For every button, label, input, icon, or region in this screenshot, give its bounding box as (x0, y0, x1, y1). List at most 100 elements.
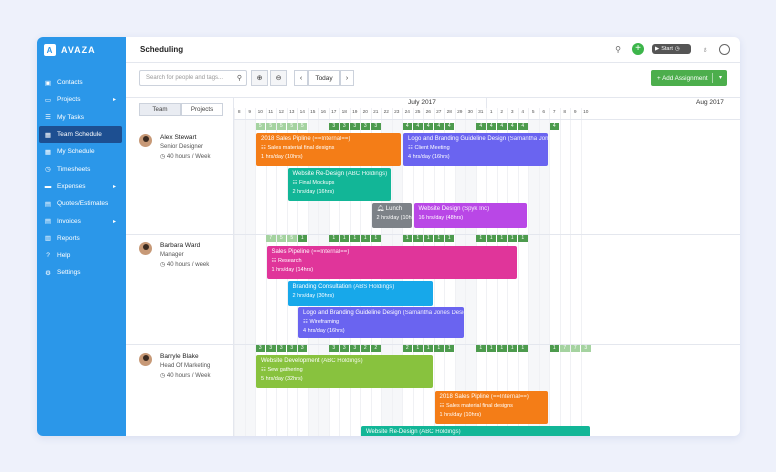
chevron-right-icon[interactable]: ▸ (113, 218, 116, 225)
capacity-cell: 2 (371, 345, 381, 352)
capacity-cell: 7 (570, 345, 580, 352)
assignment-title: Website Re-Design (ABC Holdings) (366, 428, 585, 436)
assignment-project: Logo and Branding Guideline Design (408, 136, 507, 142)
assignment-title: Logo and Branding Guideline Design (Sama… (303, 309, 464, 318)
assignment-task: ☷ Sales material final designs (440, 402, 544, 411)
sidebar-item-contacts[interactable]: ▣ Contacts (37, 74, 126, 91)
capacity-cell: 3 (297, 345, 307, 352)
contacts-icon: ▣ (44, 79, 52, 87)
capacity-cell: 3 (329, 123, 339, 130)
user-avatar-icon[interactable] (719, 43, 730, 55)
assignment-hours: 16 hrs/day (48hrs) (418, 215, 464, 221)
assignment-client: (Spyk Inc) (462, 206, 490, 212)
member-name[interactable]: Barryle Blake (160, 353, 199, 360)
member-name[interactable]: Barbara Ward (160, 242, 200, 249)
assignment-bar-2018-sales-pipline[interactable]: 2018 Sales Pipline (==Internal==) ☷ Sales… (434, 391, 548, 424)
member-name[interactable]: Alex Stewart (160, 134, 197, 141)
capacity-cell: 1 (476, 345, 486, 352)
assignment-task: ☷ Sew gathering (261, 366, 428, 375)
chevron-right-icon[interactable]: ▸ (113, 96, 116, 103)
day-header: 25 (415, 110, 421, 115)
assignment-hours: 5 hrs/day (32hrs) (261, 375, 303, 382)
sidebar: A AVAZA ▣ Contacts ▭ Projects ▸ ☰ My Tasks ▦ Tea… (37, 37, 126, 436)
clock-icon: ◷ (160, 262, 167, 268)
team-view-tab[interactable]: Team (139, 103, 181, 116)
day-header: 21 (373, 110, 379, 115)
sidebar-item-my-tasks[interactable]: ☰ My Tasks (37, 109, 126, 126)
day-gridline (549, 108, 550, 436)
add-assignment-button[interactable]: + Add Assignment ▾ (651, 70, 727, 86)
clock-icon: ◷ (160, 154, 167, 160)
assignment-client: (ABS Holdings) (353, 284, 395, 290)
capacity-cell: 1 (518, 235, 528, 242)
timer-start-label: Start (661, 46, 673, 52)
day-header: 9 (248, 110, 252, 115)
day-header: 8 (563, 110, 567, 115)
sidebar-item-timesheets[interactable]: ◷ Timesheets (37, 160, 126, 177)
member-hours-value: 40 hours / week (166, 262, 210, 268)
assignment-bar-lunch[interactable]: 🔔︎ Lunch2 hrs/day (10hrs) (371, 203, 412, 228)
help-icon: ? (46, 252, 50, 260)
assignment-bar-website-re-design[interactable]: Website Re-Design (ABC Holdings) ☷ Final … (287, 168, 391, 201)
day-header: 6 (542, 110, 546, 115)
chevron-right-icon: › (345, 74, 349, 82)
capacity-cell: 1 (434, 345, 444, 352)
row-divider (126, 344, 740, 345)
today-button[interactable]: Today (308, 70, 340, 86)
brand[interactable]: A AVAZA (37, 37, 126, 63)
clock-icon: ◷ (45, 166, 51, 174)
previous-period-button[interactable]: ‹ (294, 70, 308, 86)
app-name: AVAZA (61, 45, 96, 55)
projects-view-tab[interactable]: Projects (181, 103, 223, 116)
sidebar-item-invoices[interactable]: ▤ Invoices ▸ (37, 212, 126, 229)
team-column: Team Projects Alex Stewart Senior Designe… (126, 98, 234, 436)
sidebar-item-projects[interactable]: ▭ Projects ▸ (37, 91, 126, 108)
assignment-project: Lunch (385, 206, 403, 212)
assignment-bar-logo-and-branding-guideline-design[interactable]: Logo and Branding Guideline Design (Sama… (298, 307, 464, 338)
assignment-bar-website-development[interactable]: Website Development (ABC Holdings) ☷ Sew … (256, 355, 433, 388)
assignment-bar-sales-pipeline[interactable]: Sales Pipeline (==Internal==) ☷ Research 1… (266, 246, 517, 279)
assignment-title: 2018 Sales Pipline (==Internal==) (261, 135, 396, 144)
capacity-cell: 4 (444, 123, 454, 130)
timer-start-button[interactable]: ▶ Start ◷ (652, 44, 691, 54)
day-header: 8 (237, 110, 241, 115)
assignment-bar-2018-sales-pipline[interactable]: 2018 Sales Pipline (==Internal==) ☷ Sales… (256, 133, 401, 166)
sidebar-item-reports[interactable]: ▥ Reports (37, 230, 126, 247)
sidebar-item-settings[interactable]: ⚙ Settings (37, 264, 126, 281)
assignment-project: Website Development (261, 358, 320, 364)
day-header: 11 (268, 110, 274, 115)
search-icon[interactable]: ⚲ (612, 43, 624, 55)
capacity-cell: 1 (434, 235, 444, 242)
zoom-out-button[interactable]: ⊖ (270, 70, 287, 86)
capacity-cell: 3 (339, 345, 349, 352)
member-hours: ◷ 40 hours / week (160, 261, 209, 268)
view-toggle: Team Projects (139, 103, 223, 116)
sidebar-item-team-schedule[interactable]: ▦ Team Schedule (39, 125, 122, 144)
sidebar-item-my-schedule[interactable]: ▦ My Schedule (37, 143, 126, 160)
sidebar-item-expenses[interactable]: ▬ Expenses ▸ (37, 178, 126, 195)
member-role: Manager (160, 252, 184, 258)
sidebar-item-help[interactable]: ? Help (37, 247, 126, 264)
assignment-client: (==Internal==) (490, 394, 529, 400)
chevron-right-icon[interactable]: ▸ (113, 183, 116, 190)
search-input[interactable]: Search for people and tags... ⚲ (139, 70, 247, 86)
avatar (139, 134, 152, 147)
lightbulb-icon[interactable]: ♁ (699, 43, 711, 55)
capacity-cell: 4 (507, 123, 517, 130)
next-period-button[interactable]: › (340, 70, 354, 86)
assignment-task: ☷ Final Mockups (293, 179, 386, 188)
sidebar-item-quotes-estimates[interactable]: ▤ Quotes/Estimates (37, 195, 126, 212)
zoom-in-button[interactable]: ⊕ (251, 70, 268, 86)
month-label: July 2017 (408, 99, 436, 106)
assignment-hours: 1 hrs/day (10hrs) (439, 411, 482, 418)
day-gridline (244, 108, 246, 436)
assignment-bar-website-re-design[interactable]: Website Re-Design (ABC Holdings) (361, 426, 590, 436)
quick-add-button[interactable]: + (632, 43, 644, 55)
assignment-bar-website-design[interactable]: Website Design (Spyk Inc) 16 hrs/day (48h… (413, 203, 527, 228)
header: Scheduling ⚲ + ▶ Start ◷ ♁ (126, 37, 740, 63)
assignment-bar-logo-and-branding-guideline-design[interactable]: Logo and Branding Guideline Design (Sama… (403, 133, 548, 166)
capacity-cell: 3 (350, 123, 360, 130)
assignment-bar-branding-consultation[interactable]: Branding Consultation (ABS Holdings) 2 hr… (287, 281, 433, 306)
chevron-down-icon[interactable]: ▾ (719, 74, 722, 81)
avaza-logo-icon: A (44, 44, 56, 56)
